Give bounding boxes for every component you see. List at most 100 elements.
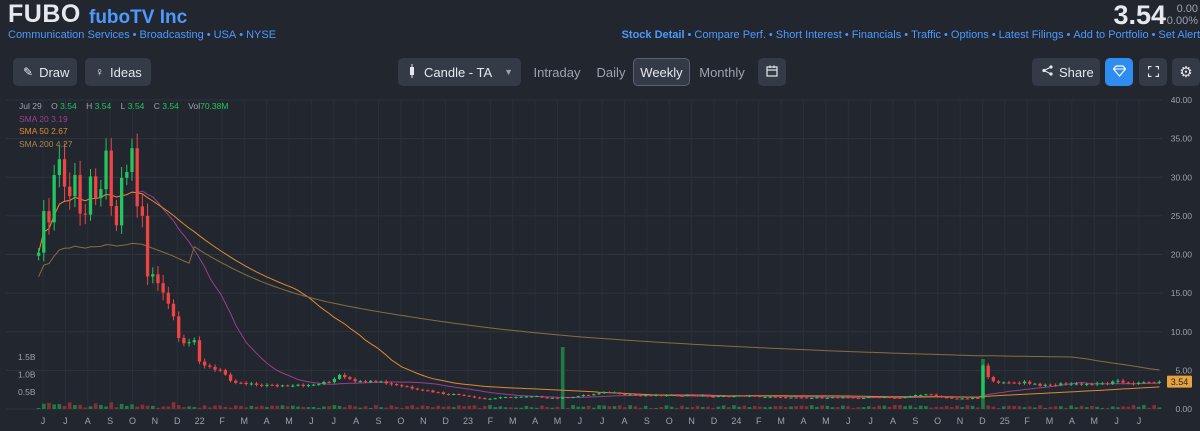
x-tick-label: 22: [195, 416, 205, 426]
interval-daily[interactable]: Daily: [592, 58, 630, 86]
volume-bar: [1027, 406, 1032, 409]
volume-bar: [649, 407, 653, 409]
link-short-interest[interactable]: Short Interest: [776, 29, 842, 41]
candle-body: [202, 361, 207, 366]
candle-body: [483, 398, 487, 400]
interval-monthly[interactable]: Monthly: [694, 58, 750, 86]
volume-bar: [706, 406, 710, 409]
candle-body: [1136, 382, 1141, 384]
date-range-button[interactable]: [758, 58, 786, 86]
volume-bar: [597, 405, 601, 409]
volume-bar: [809, 405, 814, 409]
volume-bar: [726, 407, 731, 409]
volume-bar: [540, 405, 544, 409]
candle-body: [244, 382, 248, 385]
candle-body: [996, 381, 1001, 383]
fullscreen-icon: [1147, 65, 1159, 80]
settings-button[interactable]: ⚙: [1172, 58, 1200, 86]
candle-body: [592, 394, 596, 396]
volume-bar: [716, 406, 721, 409]
volume-bar: [384, 407, 389, 409]
link-add-to-portfolio[interactable]: Add to Portfolio: [1073, 29, 1148, 41]
share-button[interactable]: Share: [1032, 58, 1100, 86]
sma200-label: SMA 200: [19, 138, 54, 149]
volume-bar: [617, 405, 622, 409]
x-tick-label: A: [622, 416, 628, 426]
link-compare-perf[interactable]: Compare Perf.: [694, 29, 766, 41]
volume-bar: [249, 405, 254, 409]
candle-body: [94, 176, 98, 198]
candle-body: [908, 396, 912, 398]
fullscreen-button[interactable]: [1139, 58, 1167, 86]
candle-body: [1033, 383, 1037, 385]
candle-body: [286, 385, 290, 387]
volume-bar: [913, 407, 918, 409]
volume-bar: [493, 407, 498, 409]
link-financials[interactable]: Financials: [852, 29, 902, 41]
volume-bar: [114, 407, 119, 409]
link-set-alert[interactable]: Set Alert: [1158, 29, 1200, 41]
candle-body: [737, 395, 741, 397]
volume-bar: [591, 407, 596, 409]
candle-body: [369, 380, 373, 383]
volume-bar: [975, 407, 980, 409]
volume-bar: [161, 406, 165, 409]
volume-bar: [109, 402, 114, 409]
link-stock-detail[interactable]: Stock Detail: [622, 29, 685, 41]
candle-body: [612, 392, 617, 394]
candle-body: [208, 365, 212, 367]
volume-bar: [675, 407, 679, 409]
candle-body: [1043, 384, 1047, 386]
volume-bar: [1105, 407, 1110, 409]
chart-type-select[interactable]: Candle - TA ▼: [398, 58, 521, 86]
link-traffic[interactable]: Traffic: [911, 29, 941, 41]
volume-bar: [711, 407, 715, 409]
volume-bar: [316, 407, 321, 409]
interval-intraday[interactable]: Intraday: [528, 58, 586, 86]
ideas-button[interactable]: ♀ Ideas: [85, 58, 151, 86]
volume-bar: [410, 405, 415, 409]
volume-bar: [960, 407, 965, 409]
volume-bar: [1048, 406, 1053, 409]
company-name-link[interactable]: fuboTV Inc: [89, 7, 187, 29]
volume-bar: [405, 406, 409, 409]
link-latest-filings[interactable]: Latest Filings: [999, 29, 1064, 41]
breadcrumb-sector[interactable]: Communication Services: [8, 29, 130, 41]
volume-bar: [135, 406, 140, 409]
breadcrumb-exchange[interactable]: NYSE: [246, 29, 276, 41]
volume-bar: [628, 405, 632, 409]
volume-bar: [223, 406, 228, 409]
candle-body: [514, 397, 518, 399]
volume-bar: [903, 406, 907, 409]
volume-bar: [1001, 406, 1006, 409]
candle-body: [109, 150, 113, 207]
volume-bar: [498, 406, 503, 409]
y-tick-label: 5.00: [1175, 365, 1192, 375]
candle-body: [965, 398, 970, 400]
candle-body: [317, 384, 321, 386]
breadcrumb-industry[interactable]: Broadcasting: [140, 29, 204, 41]
elite-button[interactable]: [1105, 58, 1133, 86]
volume-bar: [1100, 407, 1105, 409]
volume-bar: [892, 405, 897, 409]
candle-body: [773, 396, 778, 398]
breadcrumb-country[interactable]: USA: [214, 29, 237, 41]
candle-body: [986, 365, 990, 378]
volume-bar: [825, 405, 830, 409]
x-tick-label: A: [800, 416, 806, 426]
candle-body: [426, 390, 430, 392]
volume-bar: [208, 407, 212, 409]
candle-body: [280, 385, 285, 387]
volume-bar: [529, 407, 534, 409]
candle-body: [690, 394, 695, 396]
sma50-label: SMA 50: [19, 126, 49, 136]
x-tick-label: J: [578, 416, 583, 426]
draw-button[interactable]: ✎ Draw: [13, 58, 77, 86]
volume-bar: [986, 405, 990, 409]
x-tick-label: J: [600, 416, 605, 426]
link-options[interactable]: Options: [951, 29, 989, 41]
candle-body: [685, 394, 689, 396]
interval-weekly[interactable]: Weekly: [633, 58, 690, 86]
volume-bar: [695, 405, 700, 409]
x-tick-label: S: [376, 416, 382, 426]
